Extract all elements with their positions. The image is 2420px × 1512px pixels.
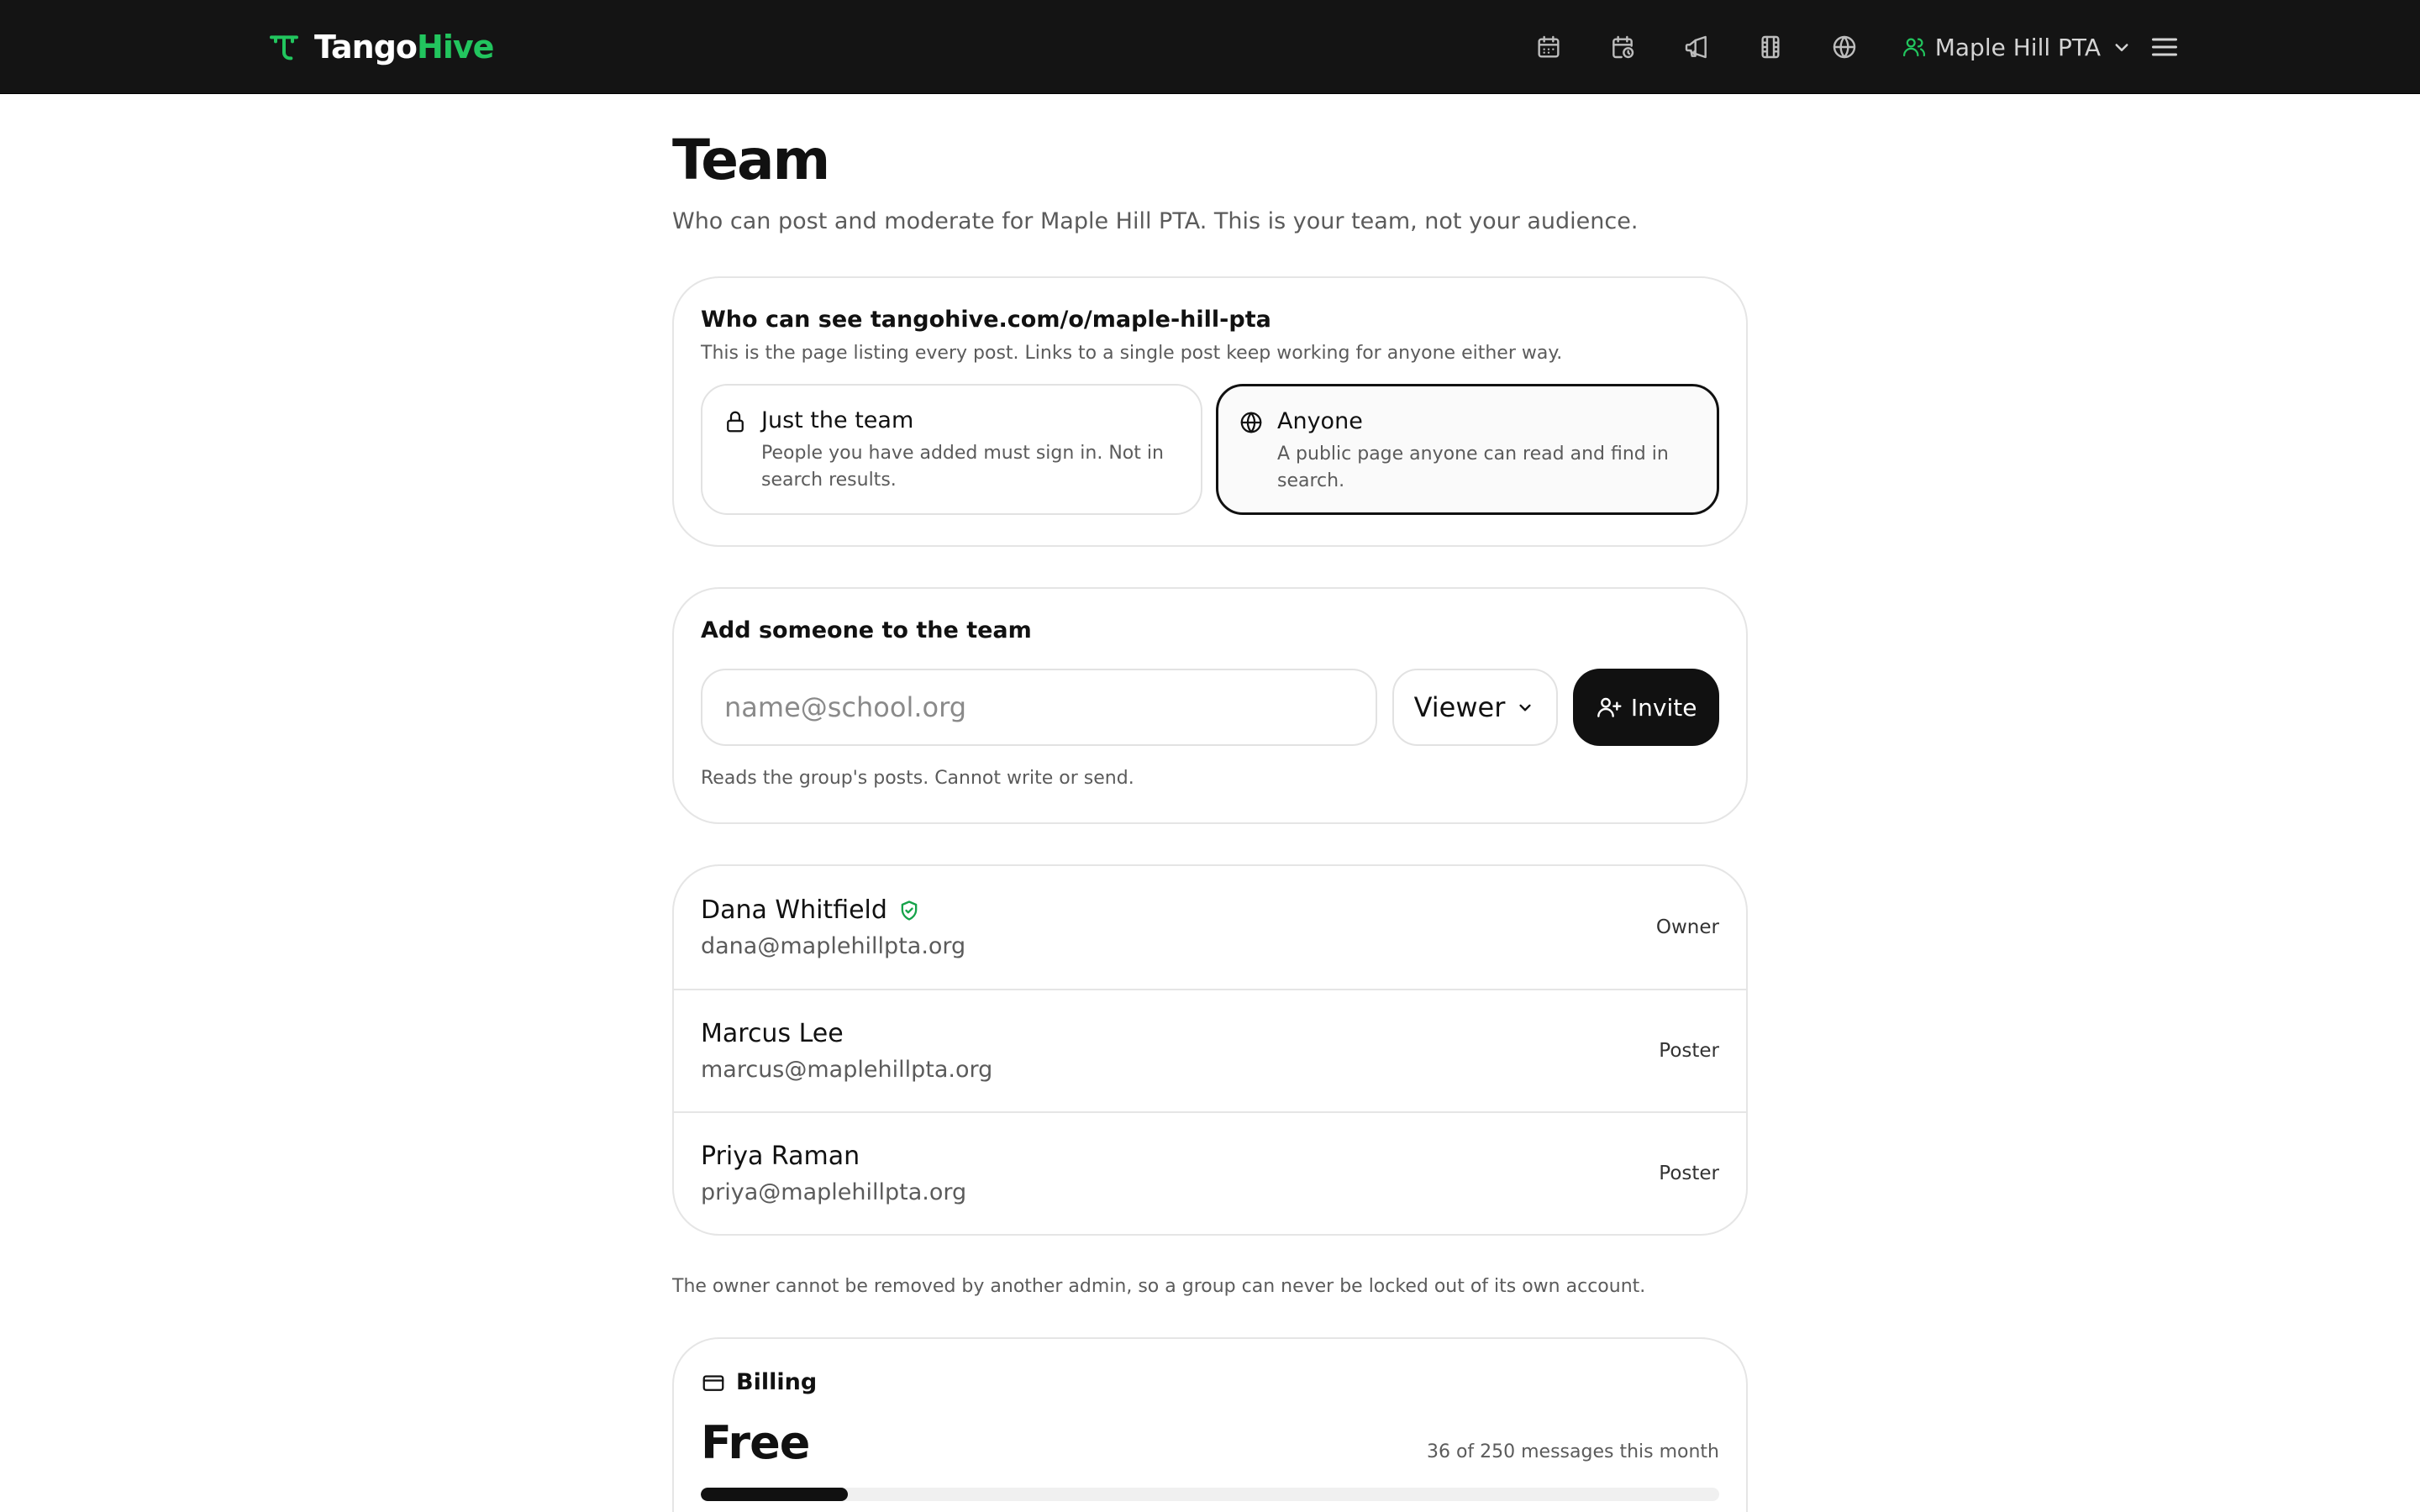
members-list: Dana Whitfield dana@maplehillpta.org Own… [672, 864, 1748, 1236]
visibility-card: Who can see tangohive.com/o/maple-hill-p… [672, 276, 1748, 547]
users-icon [1902, 38, 1925, 57]
option-title: Anyone [1277, 408, 1363, 434]
email-input[interactable] [701, 669, 1377, 746]
invite-button[interactable]: Invite [1573, 669, 1719, 746]
org-switcher[interactable]: Maple Hill PTA [1902, 34, 2134, 61]
megaphone-icon[interactable] [1676, 27, 1717, 67]
member-row[interactable]: Marcus Lee marcus@maplehillpta.org Poste… [674, 989, 1746, 1111]
top-nav: Maple Hill PTA [1528, 24, 2134, 71]
billing-card: Billing Free 36 of 250 messages this mon… [672, 1337, 1748, 1512]
role-select[interactable]: Viewer [1392, 669, 1559, 746]
team-settings-page: Team Who can post and moderate for Maple… [672, 94, 1748, 1512]
visibility-description: This is the page listing every post. Lin… [701, 343, 1563, 364]
visibility-title: Who can see tangohive.com/o/maple-hill-p… [701, 307, 1271, 333]
globe-icon [1240, 412, 1262, 433]
invite-form: Viewer Invite [701, 669, 1719, 746]
member-name: Marcus Lee [701, 1019, 844, 1048]
brand-name: TangoHive [314, 29, 494, 66]
calendar-clock-icon[interactable] [1602, 27, 1643, 67]
usage-progress-fill [701, 1488, 848, 1501]
member-name: Dana Whitfield [701, 895, 887, 925]
chevron-down-icon [1519, 704, 1531, 711]
option-description: A public page anyone can read and find i… [1277, 444, 1669, 491]
member-role: Owner [1655, 916, 1719, 938]
member-name: Priya Raman [701, 1142, 860, 1171]
film-icon[interactable] [1750, 27, 1791, 67]
lock-icon [727, 411, 744, 433]
member-email: dana@maplehillpta.org [701, 933, 966, 959]
billing-label: Billing [736, 1369, 818, 1395]
member-email: priya@maplehillpta.org [701, 1179, 967, 1205]
visibility-option-anyone[interactable]: Anyone A public page anyone can read and… [1216, 384, 1719, 515]
page-title: Team [672, 128, 830, 192]
role-hint: Reads the group's posts. Cannot write or… [701, 768, 1134, 789]
invite-card: Add someone to the team Viewer Invite Re… [672, 587, 1748, 824]
member-email: marcus@maplehillpta.org [701, 1057, 993, 1083]
usage-text: 36 of 250 messages this month [1426, 1441, 1719, 1462]
member-row[interactable]: Priya Raman priya@maplehillpta.org Poste… [674, 1111, 1746, 1234]
org-name: Maple Hill PTA [1934, 33, 2101, 61]
brand-logo[interactable]: TangoHive [267, 29, 494, 66]
usage-progress-bar [701, 1488, 1719, 1501]
calendar-icon[interactable] [1528, 27, 1569, 67]
owner-note: The owner cannot be removed by another a… [672, 1276, 1646, 1297]
globe-icon[interactable] [1824, 27, 1865, 67]
top-bar: TangoHive Maple Hill PTA [0, 0, 2420, 94]
invite-title: Add someone to the team [701, 617, 1032, 643]
member-role[interactable]: Poster [1659, 1163, 1719, 1184]
credit-card-icon [702, 1374, 724, 1391]
tangohive-logo-icon [270, 35, 298, 60]
member-row[interactable]: Dana Whitfield dana@maplehillpta.org Own… [674, 866, 1746, 989]
option-title: Just the team [761, 407, 914, 433]
chevron-down-icon [2115, 44, 2128, 51]
hamburger-menu-icon[interactable] [2146, 29, 2183, 66]
plan-name: Free [701, 1416, 810, 1469]
shield-check-icon [901, 900, 918, 921]
invite-button-label: Invite [1630, 693, 1697, 722]
member-role[interactable]: Poster [1659, 1040, 1719, 1062]
visibility-option-just-the-team[interactable]: Just the team People you have added must… [701, 384, 1202, 515]
user-plus-icon [1597, 697, 1622, 717]
page-subtitle: Who can post and moderate for Maple Hill… [672, 208, 1639, 234]
visibility-options: Just the team People you have added must… [701, 384, 1719, 515]
option-description: People you have added must sign in. Not … [761, 443, 1164, 491]
role-select-value: Viewer [1413, 691, 1506, 723]
